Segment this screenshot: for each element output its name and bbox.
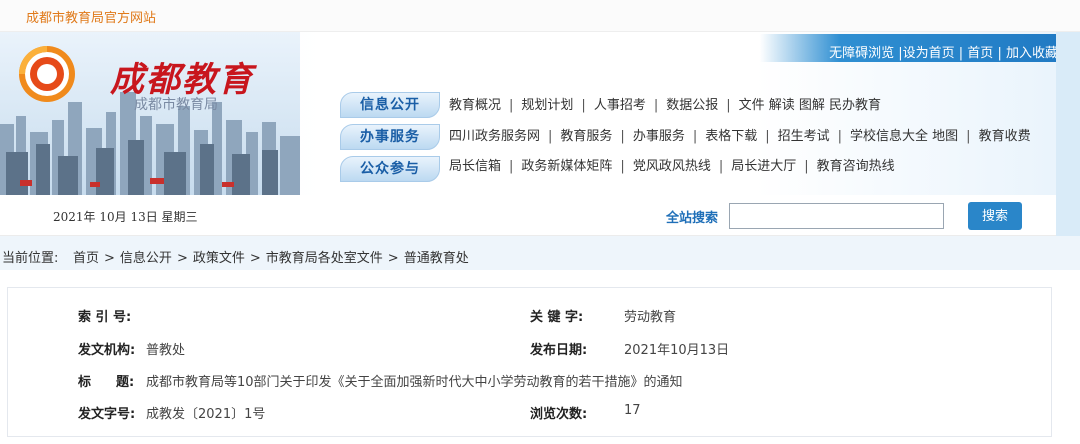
nav-separator: | [509,98,514,113]
keyword-label: 关 键 字: [530,310,584,325]
right-decor-strip-lower [1056,195,1080,236]
nav-row-participation: 局长信箱 | 政务新媒体矩阵 | 党风政风热线 | 局长进大厅 | 教育咨询热线 [449,155,895,174]
home-link[interactable]: 首页 [967,46,993,61]
utility-divider: | [997,46,1002,61]
views-label: 浏览次数: [530,407,588,422]
utility-links: 无障碍浏览 |设为首页 | 首页 | 加入收藏 [829,42,1058,61]
nav-link[interactable]: 人事招考 [594,98,646,113]
publish-date-label: 发布日期: [530,343,588,358]
nav-link[interactable]: 四川政务服务网 [449,129,540,144]
breadcrumb-item-dept-files[interactable]: 市教育局各处室文件 [266,251,383,266]
add-favorite-link[interactable]: 加入收藏 [1006,46,1058,61]
nav-link[interactable]: 办事服务 [633,129,685,144]
search-label: 全站搜索 [666,211,719,226]
nav-link[interactable]: 表格下载 [705,129,757,144]
nav-link[interactable]: 教育服务 [560,129,612,144]
right-decor-strip [1056,32,1080,195]
search-input[interactable] [729,203,944,229]
nav-row-services: 四川政务服务网 | 教育服务 | 办事服务 | 表格下载 | 招生考试 | 学校信息大全 地图 | 教育… [449,125,1031,144]
nav-separator: | [966,129,971,144]
nav-separator: | [765,129,770,144]
breadcrumb-separator: > [104,251,115,266]
nav-link[interactable]: 文件 解读 图解 民办教育 [739,98,881,113]
title-label-char: 标 [78,375,92,390]
nav-link[interactable]: 党风政风热线 [633,159,711,174]
nav-link[interactable]: 教育概况 [449,98,501,113]
nav-separator: | [692,129,698,144]
nav-separator: | [509,159,514,174]
accessibility-link[interactable]: 无障碍浏览 [829,46,894,61]
category-info-public[interactable]: 信息公开 [340,92,440,118]
issuer-value: 普教处 [146,343,186,358]
nav-link[interactable]: 规划计划 [521,98,573,113]
current-date: 2021年 10月 13日 星期三 [53,210,198,224]
breadcrumb-path: 首页 > 信息公开 > 政策文件 > 市教育局各处室文件 > 普通教育处 [73,247,469,266]
utility-links-bar: 无障碍浏览 |设为首页 | 首页 | 加入收藏 [760,34,1080,62]
nav-link[interactable]: 招生考试 [778,129,830,144]
breadcrumb-separator: > [176,251,188,266]
nav-separator: | [548,129,553,144]
index-number-label: 索 引 号: [78,310,132,325]
publish-date-value: 2021年10月13日 [624,343,730,358]
breadcrumb-separator: > [249,251,261,266]
nav-separator: | [620,159,625,174]
nav-separator: | [581,98,586,113]
set-homepage-link[interactable]: 设为首页 [903,46,955,61]
breadcrumb: 当前位置: 首页 > 信息公开 > 政策文件 > 市教育局各处室文件 > 普通教育处 [0,236,1080,270]
document-title-value: 成都市教育局等10部门关于印发《关于全面加强新时代大中小学劳动教育的若干措施》的… [146,375,683,390]
nav-separator: | [620,129,625,144]
site-name-link[interactable]: 成都市教育局官方网站 [26,7,156,26]
nav-separator: | [726,98,731,113]
breadcrumb-label: 当前位置: [2,251,59,266]
nav-link[interactable]: 数据公报 [666,98,718,113]
nav-link[interactable]: 教育咨询热线 [817,159,895,174]
nav-row-info: 教育概况 | 规划计划 | 人事招考 | 数据公报 | 文件 解读 图解 民办教育 [449,94,881,113]
document-info-box: 索 引 号: 关 键 字: 劳动教育 发文机构: 普教处 发布日期: 2021年… [7,287,1052,437]
top-site-strip: 成都市教育局官方网站 [0,0,1080,32]
breadcrumb-separator: > [387,251,399,266]
issuer-label: 发文机构: [78,343,136,358]
nav-link[interactable]: 教育收费 [979,129,1031,144]
nav-separator: | [653,98,659,113]
nav-separator: | [804,159,809,174]
search-button[interactable]: 搜索 [968,202,1022,230]
category-public-participation[interactable]: 公众参与 [340,156,440,182]
nav-separator: | [837,129,843,144]
date-search-bar: 2021年 10月 13日 星期三 全站搜索 搜索 [0,195,1056,236]
breadcrumb-item-general-education[interactable]: 普通教育处 [404,251,469,266]
keyword-value: 劳动教育 [624,310,677,325]
breadcrumb-item-home[interactable]: 首页 [73,251,99,266]
title-label-char: 题: [116,375,135,390]
header-banner: 成都教育 成都市教育局 无障碍浏览 |设为首页 | 首页 | 加入收藏 信息公开… [0,32,1080,195]
nav-link[interactable]: 学校信息大全 地图 [850,129,958,144]
logo-subtitle: 成都市教育局 [134,97,218,113]
nav-separator: | [718,159,724,174]
category-services[interactable]: 办事服务 [340,124,440,150]
views-value: 17 [624,403,641,418]
doc-number-label: 发文字号: [78,407,136,422]
breadcrumb-item-info-public[interactable]: 信息公开 [120,251,172,266]
nav-link[interactable]: 政务新媒体矩阵 [521,159,612,174]
breadcrumb-item-policy[interactable]: 政策文件 [193,251,245,266]
nav-link[interactable]: 局长进大厅 [731,159,796,174]
utility-divider: | [958,46,964,61]
doc-number-value: 成教发〔2021〕1号 [146,407,266,422]
nav-link[interactable]: 局长信箱 [449,159,501,174]
